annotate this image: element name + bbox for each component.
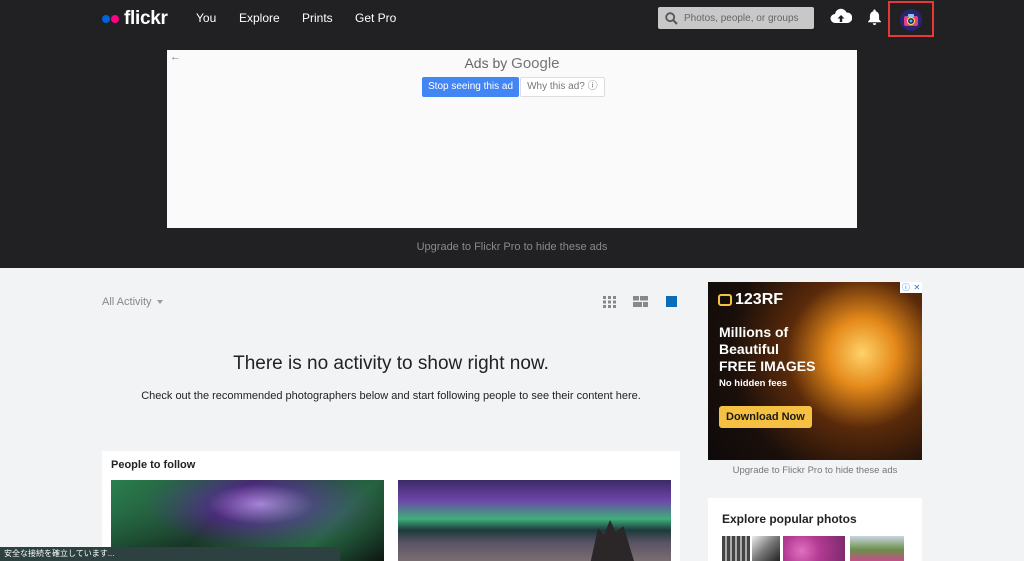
activity-filter-dropdown[interactable]: All Activity [102, 296, 163, 308]
why-this-ad-button[interactable]: Why this ad? ⓘ [520, 77, 605, 97]
cloud-upload-icon[interactable] [830, 8, 852, 26]
nav-explore[interactable]: Explore [239, 11, 280, 25]
explore-thumb-2[interactable] [752, 536, 780, 561]
explore-popular-card: Explore popular photos [708, 498, 922, 561]
google-ad-banner: ← Ads by Google Stop seeing this ad Why … [167, 50, 857, 228]
nav-prints[interactable]: Prints [302, 11, 333, 25]
search-icon [665, 11, 678, 25]
explore-popular-title[interactable]: Explore popular photos [722, 512, 857, 526]
search-input[interactable] [684, 12, 810, 24]
mosaic-view-icon[interactable] [633, 296, 648, 307]
upgrade-pro-link-top[interactable]: Upgrade to Flickr Pro to hide these ads [0, 241, 1024, 253]
ad-headline: Millions of Beautiful FREE IMAGES [719, 324, 815, 375]
explore-thumb-4[interactable] [850, 536, 904, 561]
brand-name: flickr [124, 8, 168, 29]
empty-state-subtitle: Check out the recommended photographers … [141, 390, 641, 402]
logo-blue-dot [102, 15, 110, 23]
info-icon: ⓘ [901, 283, 910, 292]
top-nav: flickr You Explore Prints Get Pro [0, 0, 1024, 37]
ad-brand: 123RF [718, 291, 783, 309]
rock-silhouette [590, 520, 634, 561]
ad-choices-icon[interactable]: ⓘ ✕ [900, 282, 922, 293]
user-avatar[interactable] [900, 9, 922, 31]
download-now-button[interactable]: Download Now [719, 406, 812, 428]
ad-headline-line3: FREE IMAGES [719, 358, 816, 374]
grid-view-icon[interactable] [603, 296, 616, 308]
activity-filter-label: All Activity [102, 296, 152, 308]
top-dark-region: flickr You Explore Prints Get Pro Photos… [0, 0, 1024, 268]
search-box[interactable] [658, 7, 814, 29]
brand-mark-icon [718, 294, 732, 306]
sidebar-ad-123rf[interactable]: ⓘ ✕ 123RF Millions of Beautiful FREE IMAG… [708, 282, 922, 460]
google-label: Google [511, 55, 560, 72]
empty-state-title: There is no activity to show right now. [233, 353, 549, 374]
people-to-follow-card: People to follow [102, 451, 680, 561]
ads-by-google: Ads by Google [167, 55, 857, 72]
ad-buttons: Stop seeing this ad Why this ad? ⓘ [422, 77, 605, 97]
chevron-down-icon [156, 300, 163, 304]
camera-avatar-icon [900, 9, 922, 31]
avatar-highlight[interactable] [888, 1, 934, 37]
aurora-photo-2[interactable] [398, 480, 671, 561]
ad-headline-line1: Millions of [719, 324, 789, 340]
logo-pink-dot [111, 15, 119, 23]
close-icon: ✕ [913, 283, 921, 292]
ad-subtext: No hidden fees [719, 378, 788, 389]
ads-by-label: Ads by [464, 55, 508, 71]
browser-status-bar: 安全な接続を確立しています... [0, 547, 340, 561]
flickr-logo[interactable]: flickr [102, 8, 168, 30]
people-to-follow-title: People to follow [111, 459, 196, 471]
explore-thumb-1[interactable] [722, 536, 750, 561]
ad-brand-name: 123RF [735, 291, 784, 308]
ad-headline-line2: Beautiful [719, 341, 779, 357]
single-view-icon[interactable] [666, 296, 677, 307]
nav-get-pro[interactable]: Get Pro [355, 11, 396, 25]
stop-seeing-ad-button[interactable]: Stop seeing this ad [422, 77, 520, 97]
upgrade-pro-link-sidebar[interactable]: Upgrade to Flickr Pro to hide these ads [708, 465, 922, 476]
nav-you[interactable]: You [196, 11, 216, 25]
bell-icon[interactable] [867, 8, 882, 26]
explore-thumb-3[interactable] [783, 536, 845, 561]
